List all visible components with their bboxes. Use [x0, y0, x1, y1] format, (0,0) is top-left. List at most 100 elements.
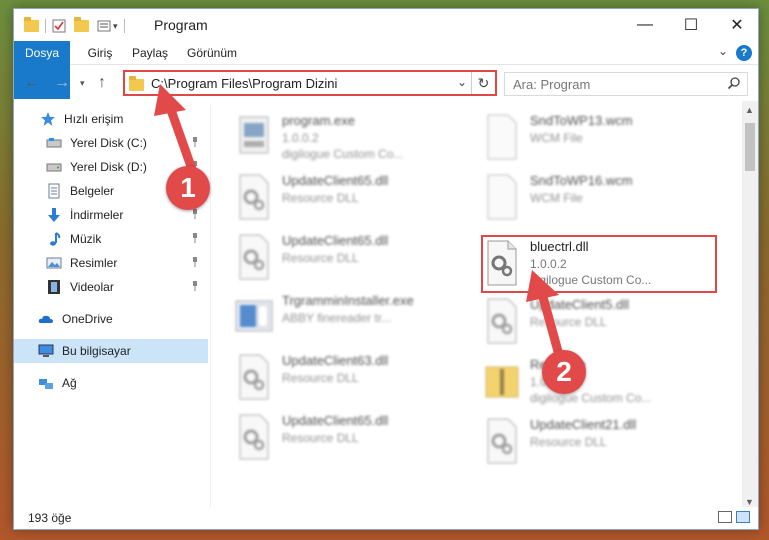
- scroll-down-icon[interactable]: ▼: [745, 497, 754, 507]
- file-name: UpdateClient21.dll: [530, 417, 637, 432]
- pane-divider[interactable]: [210, 105, 211, 511]
- close-button[interactable]: ✕: [714, 9, 760, 41]
- computer-icon: [38, 344, 54, 357]
- film-icon: [48, 280, 60, 294]
- vertical-scrollbar[interactable]: ▲ ▼: [742, 101, 758, 511]
- callout-badge-1: 1: [166, 166, 210, 210]
- file-name: UpdateClient63.dll: [282, 353, 389, 368]
- recent-locations-icon[interactable]: ▾: [80, 78, 85, 89]
- large-icons-view-icon[interactable]: [736, 511, 750, 523]
- network-icon: [39, 379, 53, 389]
- file-name: SndToWP16.wcm: [530, 173, 633, 188]
- file-type: WCM File: [530, 131, 583, 145]
- file-item[interactable]: SndToWP13.wcm WCM File: [462, 107, 702, 165]
- divider: [45, 19, 46, 33]
- sidebar-item-label: İndirmeler: [70, 208, 124, 222]
- navigation-pane: Hızlı erişim Yerel Disk (C:) Yerel Disk …: [14, 105, 210, 465]
- sidebar-item-pictures[interactable]: Resimler: [14, 251, 208, 275]
- file-version: 1.0.0.2: [282, 131, 319, 145]
- blank-file-icon: [487, 174, 517, 220]
- pin-icon: [193, 281, 197, 291]
- file-item[interactable]: UpdateClient65.dll Resource DLL: [214, 227, 454, 285]
- file-item[interactable]: UpdateClient65.dll Resource DLL: [214, 407, 454, 465]
- cloud-icon: [38, 315, 53, 323]
- back-arrow-icon[interactable]: ←: [24, 74, 40, 92]
- maximize-button[interactable]: ☐: [668, 9, 714, 41]
- new-folder-icon[interactable]: [74, 17, 89, 32]
- file-type: Resource DLL: [282, 431, 359, 445]
- sidebar-item-label: Resimler: [70, 256, 118, 270]
- file-type: Resource DLL: [282, 191, 359, 205]
- search-icon[interactable]: [727, 76, 741, 90]
- sidebar-item-network[interactable]: Ağ: [14, 371, 208, 395]
- file-item[interactable]: UpdateClient5.dll Resource DLL: [462, 291, 702, 349]
- forward-arrow-icon[interactable]: →: [54, 74, 70, 92]
- scrollbar-thumb[interactable]: [745, 123, 755, 171]
- sidebar-item-this-pc[interactable]: Bu bilgisayar: [14, 339, 208, 363]
- view-options-icon[interactable]: [97, 19, 111, 33]
- tab-view[interactable]: Görünüm: [182, 41, 242, 65]
- file-item[interactable]: UpdateClient65.dll Resource DLL: [214, 167, 454, 225]
- dll-icon: [487, 418, 517, 464]
- dll-icon: [487, 298, 517, 344]
- file-type: WCM File: [530, 191, 583, 205]
- search-placeholder: Ara: Program: [513, 77, 591, 92]
- quick-access-toolbar: ▾: [24, 17, 131, 35]
- file-name: UpdateClient65.dll: [282, 413, 389, 428]
- callout-badge-2: 2: [542, 350, 586, 394]
- up-arrow-icon[interactable]: ↑: [98, 74, 106, 92]
- zip-folder-icon: [485, 366, 519, 398]
- pin-icon: [193, 233, 197, 243]
- file-type: Resource DLL: [282, 251, 359, 265]
- sidebar-item-label: Müzik: [70, 232, 102, 246]
- address-bar[interactable]: C:\Program Files\Program Dizini ⌄ ↻: [123, 70, 497, 96]
- document-icon: [48, 183, 60, 199]
- file-type: Resource DLL: [530, 315, 607, 329]
- dll-icon: [239, 234, 269, 280]
- scroll-up-icon[interactable]: ▲: [745, 105, 754, 115]
- tab-share[interactable]: Paylaş: [127, 41, 173, 65]
- file-company: digilogue Custom Co...: [530, 391, 652, 405]
- file-description: ABBY finereader tr...: [282, 311, 392, 325]
- pictures-icon: [46, 257, 62, 269]
- file-item[interactable]: TrgramminInstaller.exe ABBY finereader t…: [214, 287, 454, 345]
- file-name: UpdateClient65.dll: [282, 233, 389, 248]
- exe-icon: [239, 116, 269, 154]
- folder-icon: [129, 76, 144, 91]
- ribbon-expand-icon[interactable]: ⌄: [718, 44, 728, 58]
- dll-icon: [239, 414, 269, 460]
- file-name: TrgramminInstaller.exe: [282, 293, 414, 308]
- file-name: UpdateClient5.dll: [530, 297, 630, 312]
- sidebar-item-label: Yerel Disk (C:): [70, 136, 147, 150]
- help-icon[interactable]: ?: [736, 45, 752, 61]
- star-icon: [41, 112, 55, 126]
- status-bar: 193 öğe: [14, 507, 758, 529]
- sidebar-item-music[interactable]: Müzik: [14, 227, 208, 251]
- address-path[interactable]: C:\Program Files\Program Dizini: [151, 76, 337, 91]
- item-count: 193 öğe: [28, 511, 72, 525]
- drive-icon: [46, 138, 62, 148]
- pin-icon: [193, 257, 197, 267]
- chevron-down-icon[interactable]: ▾: [113, 21, 118, 32]
- sidebar-item-label: Yerel Disk (D:): [70, 160, 147, 174]
- sidebar-item-onedrive[interactable]: OneDrive: [14, 307, 208, 331]
- minimize-button[interactable]: —: [622, 9, 668, 41]
- refresh-icon[interactable]: ↻: [471, 72, 495, 94]
- properties-icon[interactable]: [52, 19, 66, 33]
- dll-icon: [239, 354, 269, 400]
- address-dropdown-icon[interactable]: ⌄: [457, 75, 467, 89]
- search-input[interactable]: Ara: Program: [504, 72, 748, 96]
- file-item[interactable]: program.exe 1.0.0.2 digilogue Custom Co.…: [214, 107, 454, 165]
- sidebar-item-disk-c[interactable]: Yerel Disk (C:): [14, 131, 208, 155]
- file-list: program.exe 1.0.0.2 digilogue Custom Co.…: [214, 101, 742, 509]
- file-type: Resource DLL: [530, 435, 607, 449]
- dll-icon: [239, 174, 269, 220]
- details-view-icon[interactable]: [718, 511, 732, 523]
- download-icon: [48, 208, 60, 222]
- file-item[interactable]: UpdateClient21.dll Resource DLL: [462, 411, 702, 469]
- file-item[interactable]: UpdateClient63.dll Resource DLL: [214, 347, 454, 405]
- sidebar-item-quick-access[interactable]: Hızlı erişim: [14, 107, 208, 131]
- file-item[interactable]: SndToWP16.wcm WCM File: [462, 167, 702, 225]
- sidebar-item-videos[interactable]: Videolar: [14, 275, 208, 299]
- tab-home[interactable]: Giriş: [80, 41, 120, 65]
